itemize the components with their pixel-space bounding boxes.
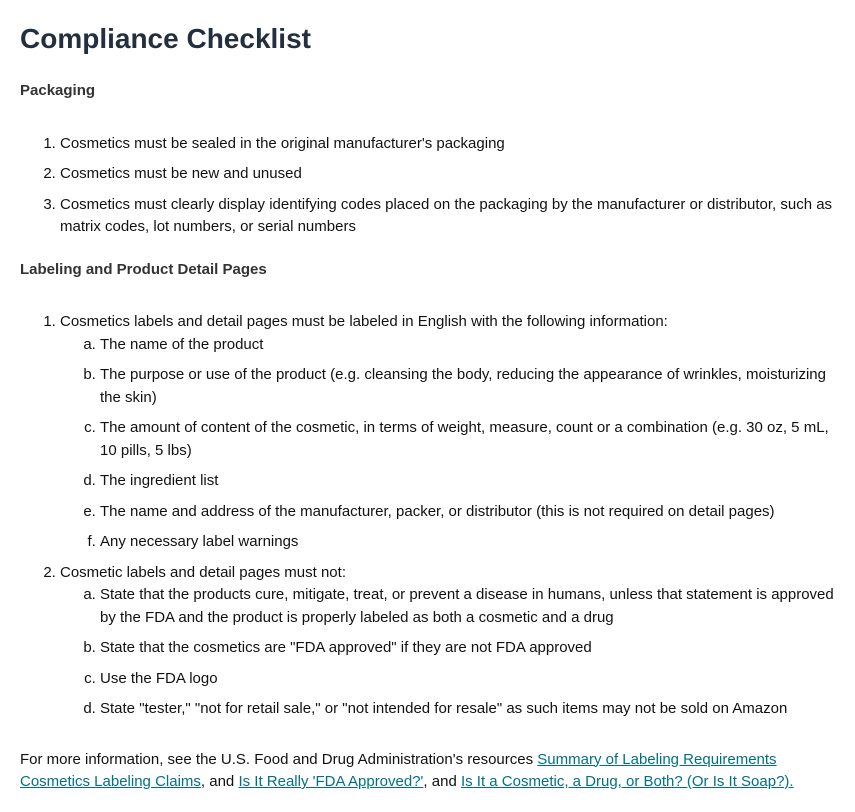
list-item-text: The name of the product [100,336,263,353]
section-heading-labeling: Labeling and Product Detail Pages [20,259,835,282]
list-item: The amount of content of the cosmetic, i… [100,417,835,462]
sublist: State that the products cure, mitigate, … [60,584,835,721]
list-item: State that the products cure, mitigate, … [100,584,835,629]
list-item-text: Use the FDA logo [100,670,218,687]
list-item-text: The amount of content of the cosmetic, i… [100,419,829,459]
footer-text: For more information, see the U.S. Food … [20,751,537,768]
list-item-text: Any necessary label warnings [100,533,298,550]
list-item: Cosmetics must be new and unused [60,163,835,186]
list-item-text: Cosmetic labels and detail pages must no… [60,564,346,581]
page-title: Compliance Checklist [20,18,835,60]
list-item-text: Cosmetics labels and detail pages must b… [60,313,668,330]
list-item-text: State that the products cure, mitigate, … [100,586,834,626]
list-item: State "tester," "not for retail sale," o… [100,698,835,721]
list-item: The name and address of the manufacturer… [100,501,835,524]
list-item: The ingredient list [100,470,835,493]
list-item: State that the cosmetics are "FDA approv… [100,637,835,660]
footer-text: , and [423,773,461,790]
list-item: Any necessary label warnings [100,531,835,554]
footer-paragraph: For more information, see the U.S. Food … [20,749,835,794]
list-item: Use the FDA logo [100,668,835,691]
list-item-text: Cosmetics must be new and unused [60,165,302,182]
link-cosmetic-drug-both[interactable]: Is It a Cosmetic, a Drug, or Both? (Or I… [461,773,794,790]
list-item-text: Cosmetics must be sealed in the original… [60,135,505,152]
labeling-list: Cosmetics labels and detail pages must b… [20,311,835,721]
footer-text: , and [201,773,239,790]
list-item-text: Cosmetics must clearly display identifyi… [60,196,832,236]
list-item: The name of the product [100,334,835,357]
list-item: Cosmetics must clearly display identifyi… [60,194,835,239]
sublist: The name of the product The purpose or u… [60,334,835,554]
list-item: Cosmetic labels and detail pages must no… [60,562,835,721]
link-fda-approved[interactable]: Is It Really 'FDA Approved?' [238,773,423,790]
list-item: Cosmetics must be sealed in the original… [60,133,835,156]
list-item: Cosmetics labels and detail pages must b… [60,311,835,554]
list-item-text: State that the cosmetics are "FDA approv… [100,639,592,656]
section-heading-packaging: Packaging [20,80,835,103]
list-item-text: State "tester," "not for retail sale," o… [100,700,787,717]
list-item-text: The purpose or use of the product (e.g. … [100,366,826,406]
list-item-text: The name and address of the manufacturer… [100,503,775,520]
list-item-text: The ingredient list [100,472,218,489]
list-item: The purpose or use of the product (e.g. … [100,364,835,409]
packaging-list: Cosmetics must be sealed in the original… [20,133,835,239]
